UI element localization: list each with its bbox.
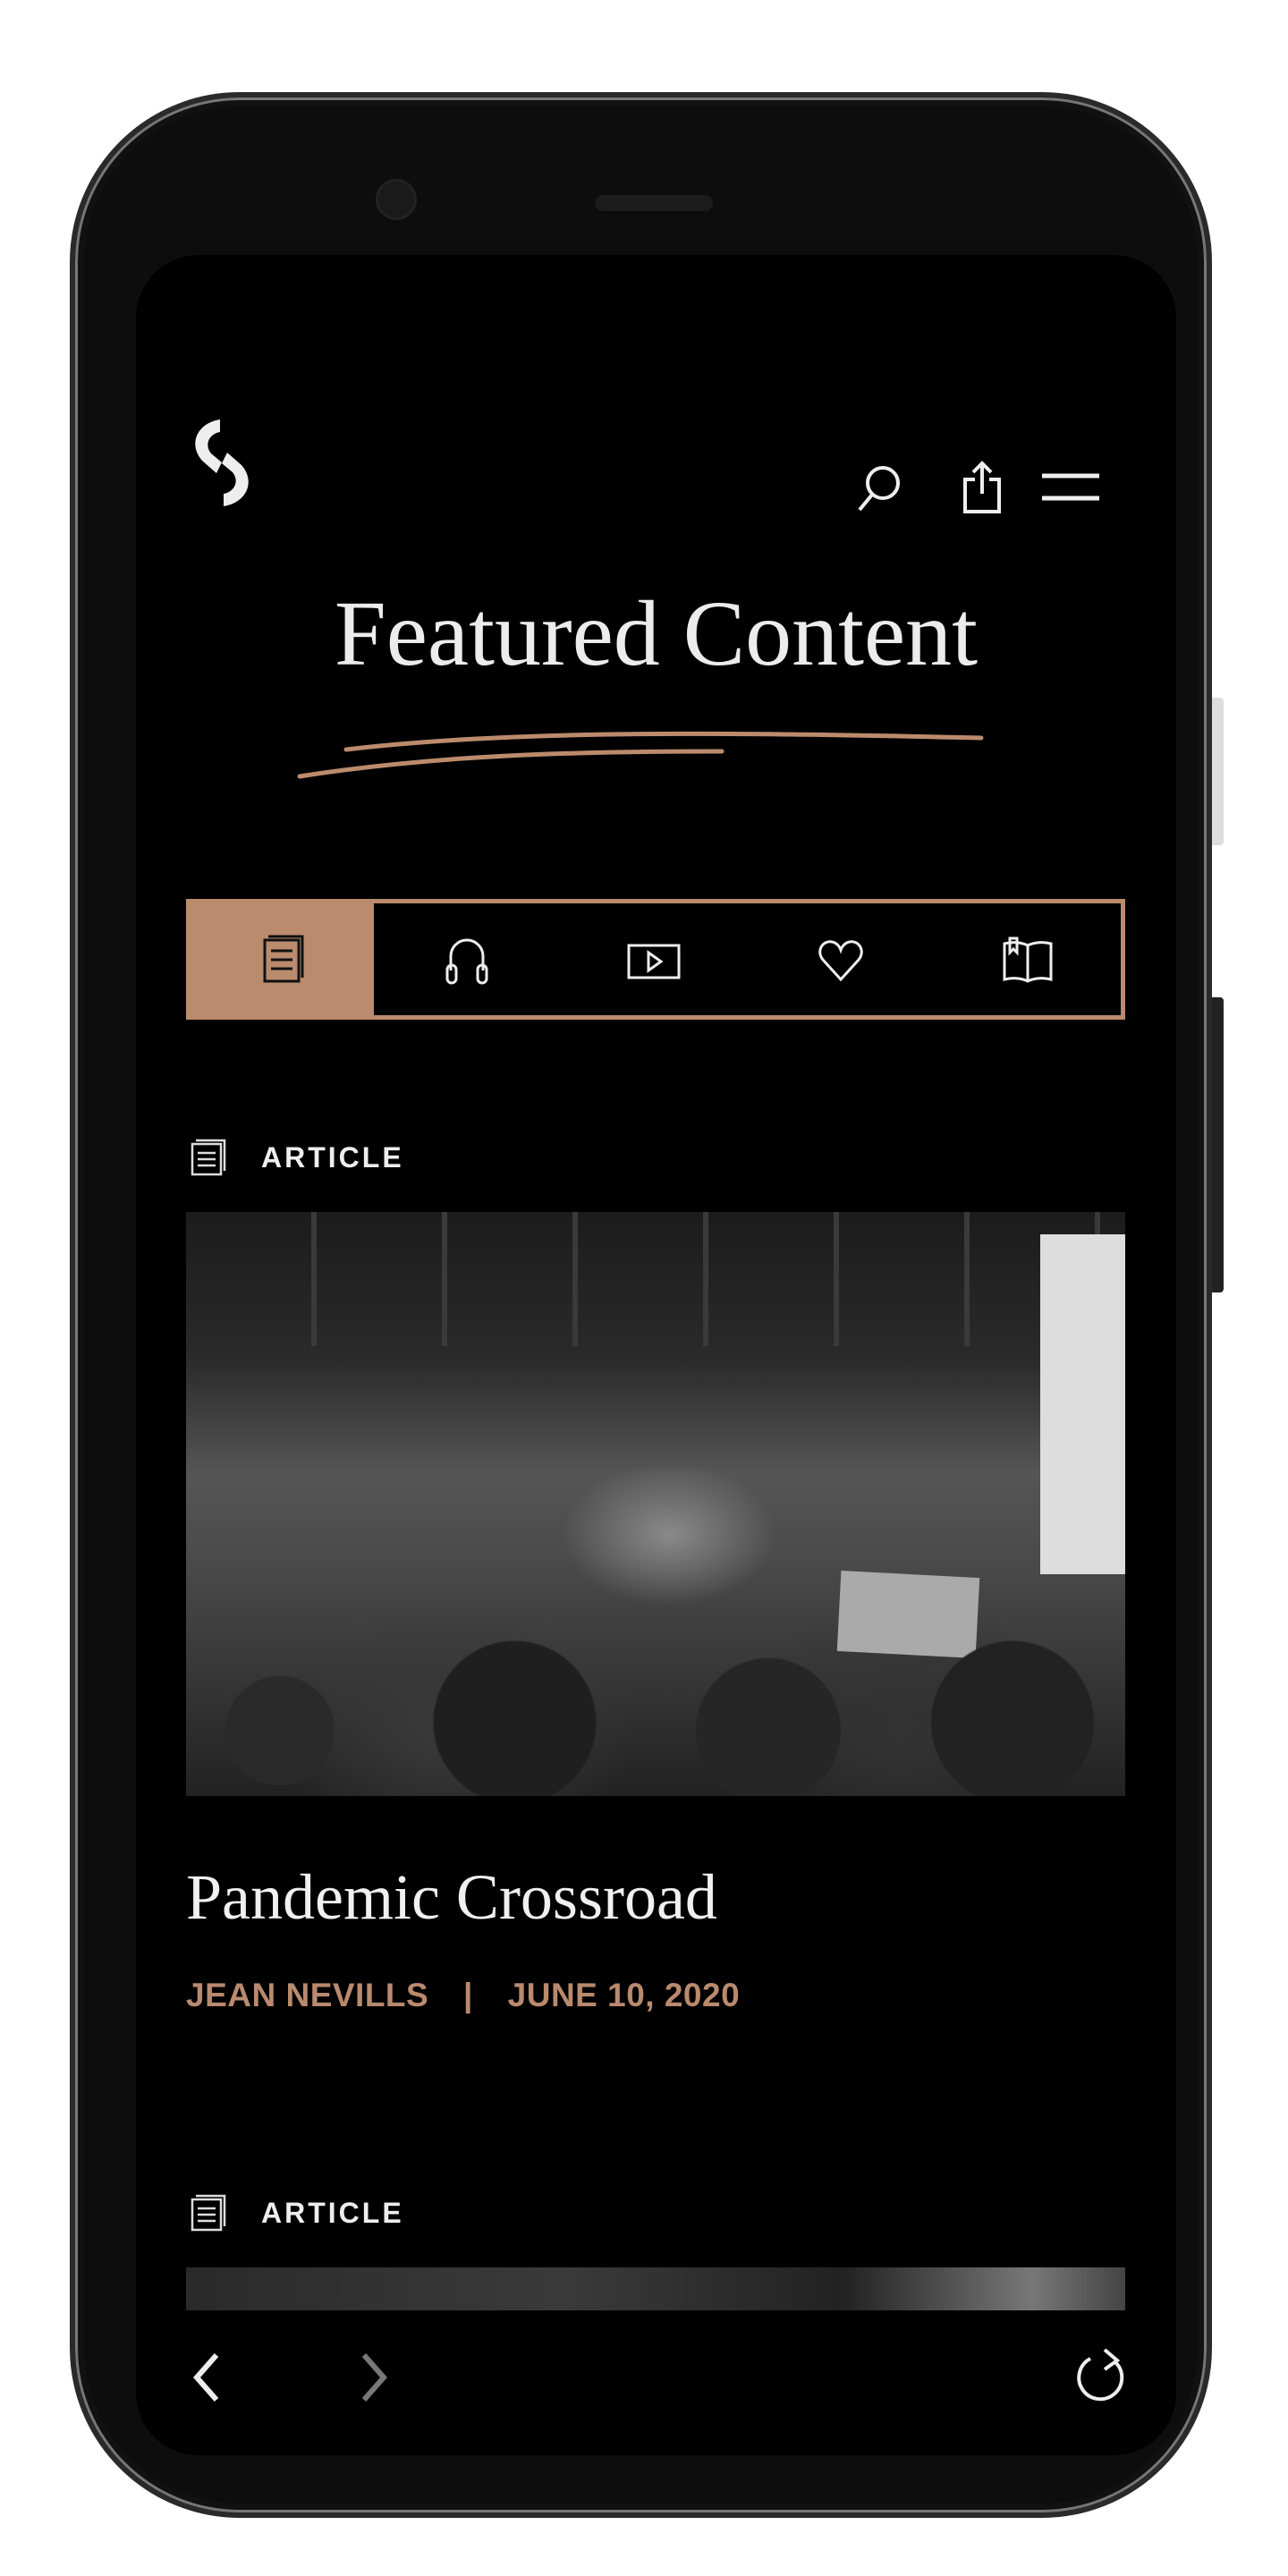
earpiece [595, 195, 713, 211]
heart-icon [818, 939, 863, 981]
logo-icon[interactable] [186, 416, 258, 510]
forward-icon[interactable] [346, 2346, 400, 2409]
article-image[interactable] [186, 1212, 1125, 1796]
share-icon[interactable] [952, 456, 1014, 519]
article-meta: JEAN NEVILLS | JUNE 10, 2020 [186, 1977, 740, 2014]
tab-books[interactable] [934, 903, 1121, 1015]
article-author[interactable]: JEAN NEVILLS [186, 1977, 428, 2013]
tab-audio[interactable] [374, 903, 561, 1015]
video-icon [627, 944, 681, 979]
back-icon[interactable] [181, 2346, 234, 2409]
tab-articles[interactable] [191, 903, 374, 1015]
screen: Featured Content ARTICLE Pandemic Crossr… [136, 255, 1176, 2455]
article-type-label: ARTICLE [190, 1139, 404, 1176]
content-type-tabs [186, 899, 1125, 1020]
page-title: Featured Content [334, 582, 979, 685]
article-date: JUNE 10, 2020 [507, 1977, 741, 2013]
meta-separator: | [463, 1977, 473, 2013]
headphones-icon [445, 938, 488, 984]
browser-nav-bar [136, 2310, 1176, 2455]
tab-favorites[interactable] [748, 903, 935, 1015]
crowd-heads [186, 1632, 1125, 1796]
search-icon[interactable] [847, 456, 910, 519]
article-icon [191, 2194, 226, 2232]
front-camera [376, 179, 417, 220]
protest-sign [1040, 1234, 1125, 1574]
tab-video[interactable] [561, 903, 748, 1015]
article-title[interactable]: Pandemic Crossroad [186, 1860, 717, 1935]
article-image[interactable] [186, 2267, 1125, 2310]
refresh-icon[interactable] [1071, 2344, 1133, 2407]
book-icon [1003, 936, 1053, 983]
article-icon [191, 1139, 226, 1176]
menu-icon[interactable] [1039, 456, 1102, 519]
building-windows [186, 1212, 1125, 1346]
title-underline [297, 731, 984, 779]
article-type-label: ARTICLE [190, 2194, 404, 2232]
article-icon [263, 935, 303, 982]
